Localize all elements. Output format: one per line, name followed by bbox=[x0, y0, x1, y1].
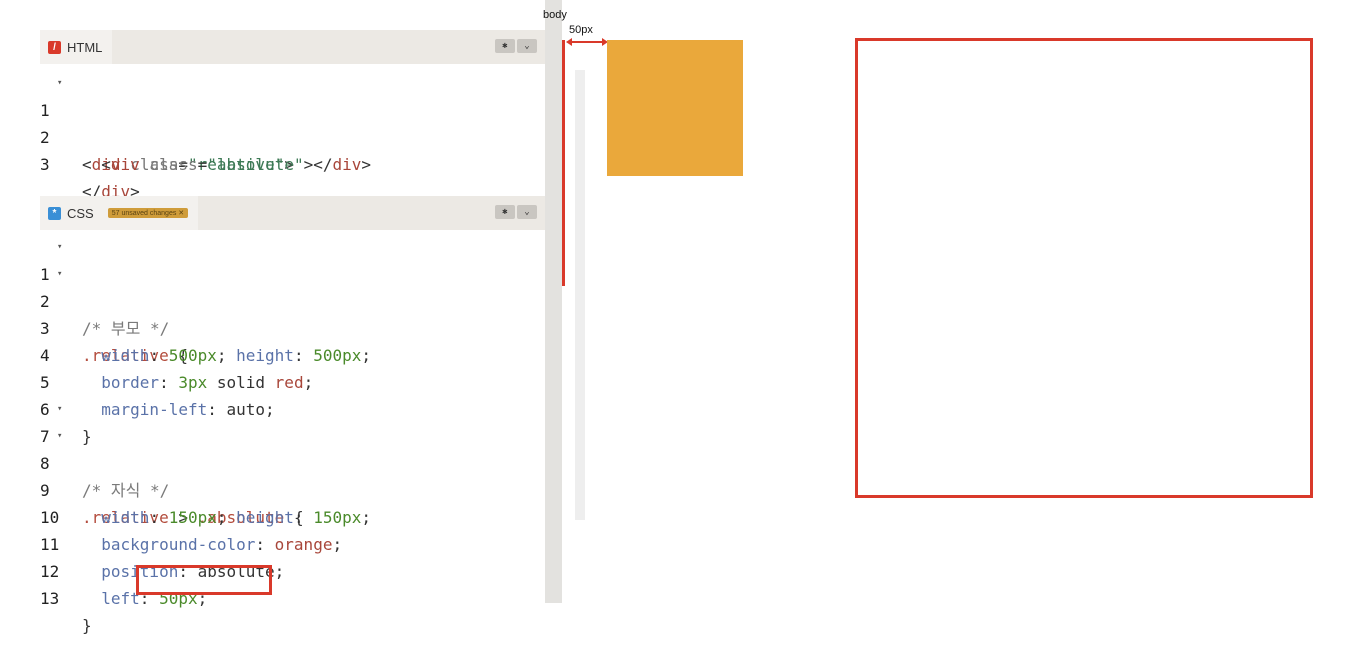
fold-arrow-icon[interactable]: ▾ bbox=[57, 396, 62, 423]
line-number: 13 bbox=[40, 589, 60, 608]
offset-arrow bbox=[566, 38, 608, 46]
code-line: 5 margin-left: auto; bbox=[40, 342, 545, 419]
fold-arrow-icon[interactable]: ▾ bbox=[57, 70, 62, 97]
gear-icon[interactable]: ✱ bbox=[495, 39, 515, 53]
css-code[interactable]: 1 ▾ /* 부모 */ 2 ▾ .relative { 3 width: 50… bbox=[40, 234, 545, 635]
code-line: 12 left: 50px; bbox=[40, 531, 545, 608]
offset-label: 50px bbox=[569, 24, 593, 36]
chevron-down-icon[interactable]: ⌄ bbox=[517, 39, 537, 53]
code-line: 11 position: absolute; bbox=[40, 504, 545, 581]
fold-arrow-icon[interactable]: ▾ bbox=[57, 261, 62, 288]
code-editor: / HTML ✱ ⌄ 1 ▾ <div class="relative"> 2 … bbox=[40, 30, 585, 635]
code-line: 13 } bbox=[40, 558, 545, 635]
absolute-box bbox=[607, 40, 743, 176]
code-line: 4 border: 3px solid red; bbox=[40, 315, 545, 392]
code-line: 3 width: 500px; height: 500px; bbox=[40, 288, 545, 365]
css-panel-header: * CSS 57 unsaved changes ✕ ✱ ⌄ bbox=[40, 196, 545, 230]
html-tab-label: HTML bbox=[67, 39, 103, 55]
code-line: 8 ▾ .relative > .absolute { bbox=[40, 423, 545, 527]
fold-arrow-icon[interactable]: ▾ bbox=[57, 234, 62, 261]
chevron-down-icon[interactable]: ⌄ bbox=[517, 205, 537, 219]
css-icon: * bbox=[48, 206, 61, 220]
tab-html[interactable]: / HTML bbox=[40, 30, 113, 64]
css-tab-label: CSS bbox=[67, 205, 94, 221]
gear-icon[interactable]: ✱ bbox=[495, 205, 515, 219]
html-code[interactable]: 1 ▾ <div class="relative"> 2 <div class=… bbox=[40, 70, 545, 201]
html-panel-header: / HTML ✱ ⌄ bbox=[40, 30, 545, 64]
code-line: 2 ▾ .relative { bbox=[40, 261, 545, 365]
fold-arrow-icon[interactable]: ▾ bbox=[57, 423, 62, 450]
body-label: body bbox=[543, 9, 567, 21]
body-edge-line bbox=[562, 40, 565, 286]
resize-divider[interactable] bbox=[545, 0, 562, 603]
code-line: 3 </div> bbox=[40, 124, 545, 201]
code-line: 7 ▾ /* 자식 */ bbox=[40, 396, 545, 500]
relative-box bbox=[855, 38, 1313, 498]
code-line: 2 <div class="absolute"></div> bbox=[40, 97, 545, 174]
code-line: 1 ▾ /* 부모 */ bbox=[40, 234, 545, 338]
line-number: 3 bbox=[40, 155, 50, 174]
scrollbar[interactable] bbox=[575, 70, 585, 520]
tab-css[interactable]: * CSS 57 unsaved changes ✕ bbox=[40, 196, 199, 230]
unsaved-changes-badge[interactable]: 57 unsaved changes ✕ bbox=[107, 208, 189, 218]
code-line: 9 width: 150px; height: 150px; bbox=[40, 450, 545, 527]
code-line: 10 background-color: orange; bbox=[40, 477, 545, 554]
code-line: 6 } bbox=[40, 369, 545, 446]
html-icon: / bbox=[48, 40, 61, 54]
highlight-box bbox=[136, 565, 272, 595]
code-line: 1 ▾ <div class="relative"> bbox=[40, 70, 545, 174]
